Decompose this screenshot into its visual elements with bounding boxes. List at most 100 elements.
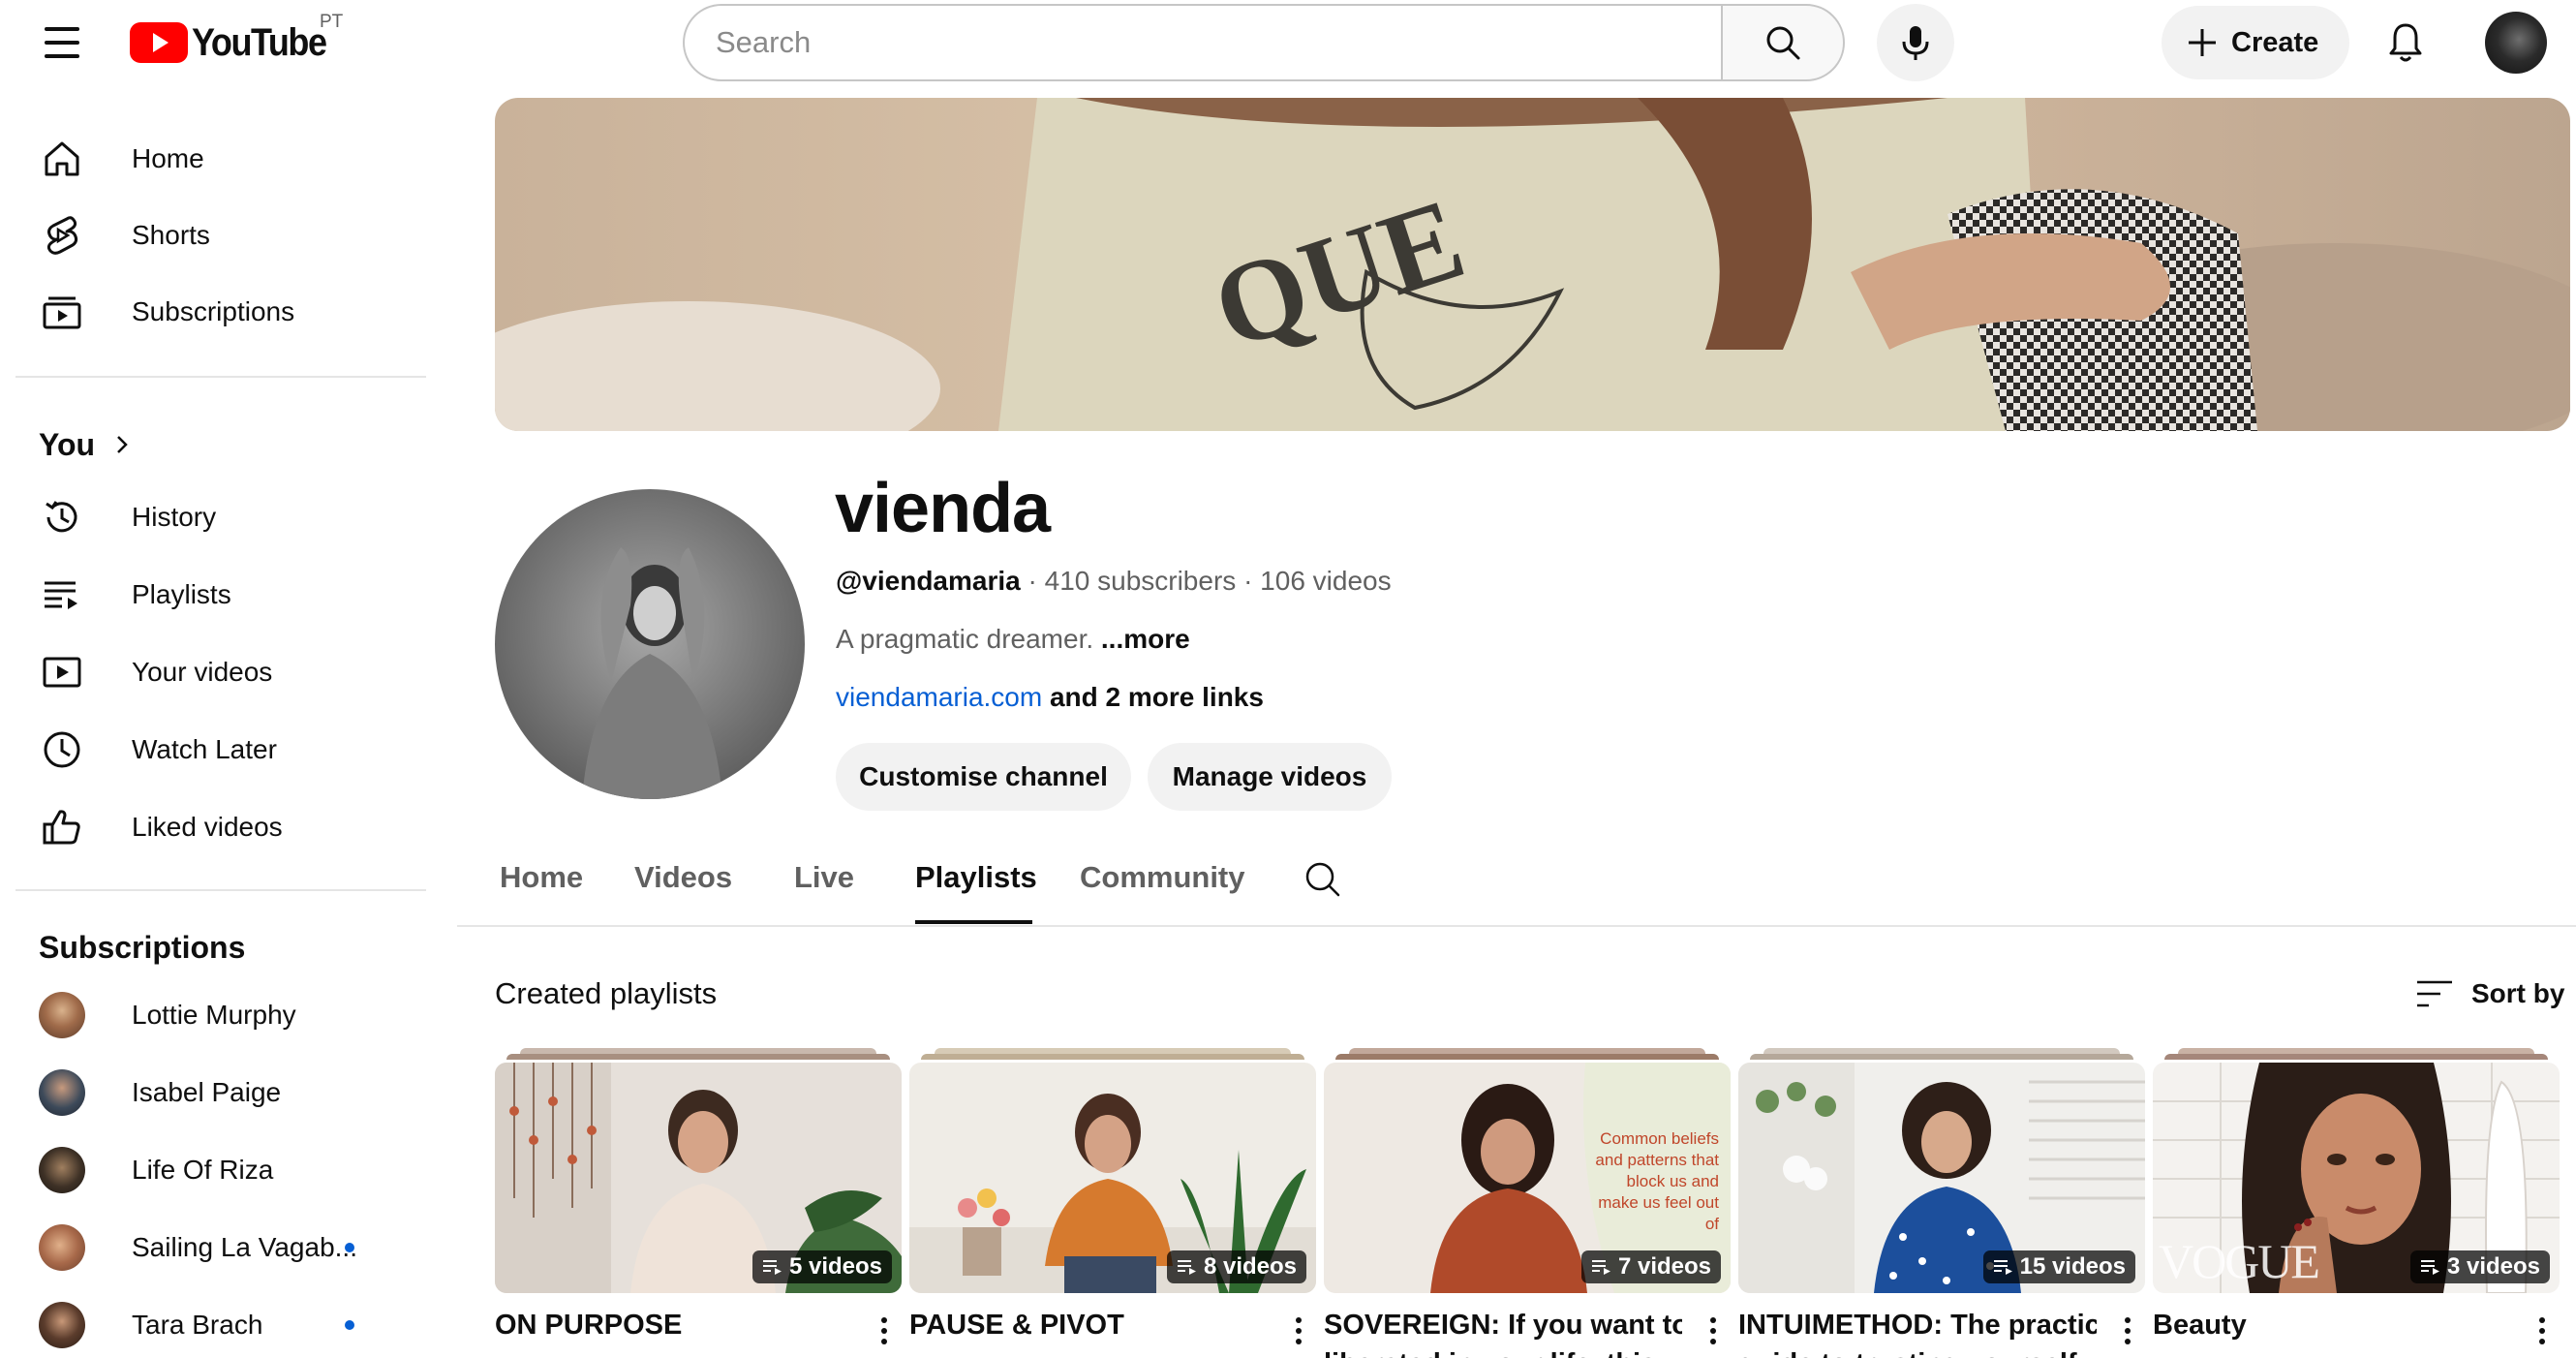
account-avatar[interactable] [2485,12,2547,74]
sidebar-divider [15,889,426,891]
video-count-badge: 7 videos [1580,1250,1721,1283]
your-videos-icon [39,649,85,695]
country-code: PT [320,12,344,32]
sidebar-item-liked-videos[interactable]: Liked videos [23,792,411,862]
microphone-icon [1902,26,1929,60]
more-options-button[interactable] [1287,1312,1310,1350]
menu-icon[interactable] [35,23,89,62]
video-count-text: 8 videos [1203,1253,1297,1280]
sidebar-item-subscriptions[interactable]: Subscriptions [23,277,411,347]
bell-icon [2389,23,2422,62]
more-options-button[interactable] [1702,1312,1725,1350]
sort-by-button[interactable]: Sort by [2415,972,2564,1015]
playlists-icon [39,571,85,618]
playlist-thumbnail[interactable]: 8 videos [909,1063,1316,1293]
vogue-logo: VOGUE [2159,1234,2320,1288]
kebab-menu-icon [2125,1317,2131,1344]
channel-links: viendamaria.com and 2 more links [836,682,1264,713]
subscription-item[interactable]: Isabel Paige [23,1058,411,1127]
channel-search-button[interactable] [1302,858,1344,901]
tab-home[interactable]: Home [500,860,583,895]
search-box [683,4,1723,81]
playlist-title[interactable]: INTUIMETHOD: The practical [1738,1310,2097,1342]
channel-avatar-large[interactable] [495,489,805,799]
sidebar-item-shorts[interactable]: Shorts [23,201,411,270]
channel-website-link[interactable]: viendamaria.com [836,682,1042,712]
subscriptions-icon [39,289,85,335]
sidebar-item-watch-later[interactable]: Watch Later [23,715,411,785]
video-count-text: 15 videos [2019,1253,2126,1280]
channel-avatar [39,1302,85,1348]
more-options-button[interactable] [873,1312,896,1350]
playlist-card[interactable]: 15 videos INTUIMETHOD: The practical gui… [1738,1048,2145,1358]
you-section-link[interactable]: You [39,420,132,469]
section-heading: Created playlists [495,976,718,1010]
channel-avatar [39,1069,85,1116]
sidebar-item-playlists[interactable]: Playlists [23,560,411,630]
tab-videos[interactable]: Videos [634,860,732,895]
youtube-logo-icon [130,22,188,63]
playlist-card[interactable]: Common beliefs and patterns that block u… [1324,1048,1731,1358]
sidebar-item-label: Your videos [132,657,273,687]
sidebar-item-home[interactable]: Home [23,124,411,194]
description-more-link[interactable]: ...more [1101,624,1190,654]
video-count: 106 videos [1260,566,1392,596]
channel-name: vienda [835,470,1051,547]
playlist-stack-edge [2164,1054,2548,1060]
create-label: Create [2231,26,2319,58]
customise-channel-button[interactable]: Customise channel [836,743,1131,811]
more-options-button[interactable] [2116,1312,2139,1350]
more-options-button[interactable] [2530,1312,2554,1350]
playlist-card[interactable]: VOGUE 3 videos Beauty [2153,1048,2560,1358]
subscription-item[interactable]: Life Of Riza [23,1135,411,1205]
notifications-button[interactable] [2378,15,2433,70]
thumbnail-caption: Common beliefs and patterns that block u… [1595,1129,1719,1233]
liked-videos-icon [39,804,85,850]
playlist-stack-edge [921,1054,1304,1060]
playlist-icon [1591,1260,1610,1275]
playlist-thumbnail[interactable]: Common beliefs and patterns that block u… [1324,1063,1731,1293]
logo-text: YouTube [192,20,327,64]
subscription-item[interactable]: Lottie Murphy [23,980,411,1050]
playlist-title[interactable]: ON PURPOSE [495,1310,853,1342]
playlist-thumbnail[interactable]: 15 videos [1738,1063,2145,1293]
video-count-text: 5 videos [788,1253,882,1280]
playlist-icon [1993,1260,2012,1275]
playlist-card[interactable]: 8 videos PAUSE & PIVOT [909,1048,1316,1358]
chevron-right-icon [117,436,128,453]
kebab-menu-icon [2539,1317,2545,1344]
search-input[interactable] [685,6,1723,79]
tab-live[interactable]: Live [794,860,854,895]
plus-icon [2189,29,2216,56]
playlist-title-continued: guide to trusting yourself [1738,1348,2097,1358]
playlist-title[interactable]: SOVEREIGN: If you want to be [1324,1310,1682,1342]
sidebar-item-history[interactable]: History [23,482,411,552]
active-tab-indicator [915,920,1032,924]
create-button[interactable]: Create [2162,6,2349,79]
manage-videos-button[interactable]: Manage videos [1148,743,1392,811]
subscription-label: Lottie Murphy [132,1000,296,1030]
meta-separator: · [1027,566,1045,596]
you-title: You [39,426,96,462]
playlist-thumbnail[interactable]: 5 videos [495,1063,902,1293]
playlist-title[interactable]: Beauty [2153,1310,2511,1342]
subscription-label: Life Of Riza [132,1155,274,1185]
search-icon [1766,26,1800,60]
tab-community[interactable]: Community [1080,860,1245,895]
search-button[interactable] [1721,4,1845,81]
playlist-title[interactable]: PAUSE & PIVOT [909,1310,1268,1342]
tab-playlists[interactable]: Playlists [915,860,1037,895]
youtube-logo[interactable]: YouTube [130,19,341,66]
playlist-stack-edge [506,1054,890,1060]
voice-search-button[interactable] [1877,4,1954,81]
playlist-thumbnail[interactable]: VOGUE 3 videos [2153,1063,2560,1293]
channel-avatar [39,992,85,1038]
sidebar-item-your-videos[interactable]: Your videos [23,637,411,707]
channel-description: A pragmatic dreamer. ...more [836,624,1190,655]
more-links-link[interactable]: and 2 more links [1050,682,1264,712]
playlist-card[interactable]: 5 videos ON PURPOSE [495,1048,902,1358]
tabs-divider [457,925,2576,927]
subscriptions-title: Subscriptions [39,930,246,965]
channel-handle: @viendamaria [836,566,1021,596]
new-content-dot [345,1243,354,1252]
